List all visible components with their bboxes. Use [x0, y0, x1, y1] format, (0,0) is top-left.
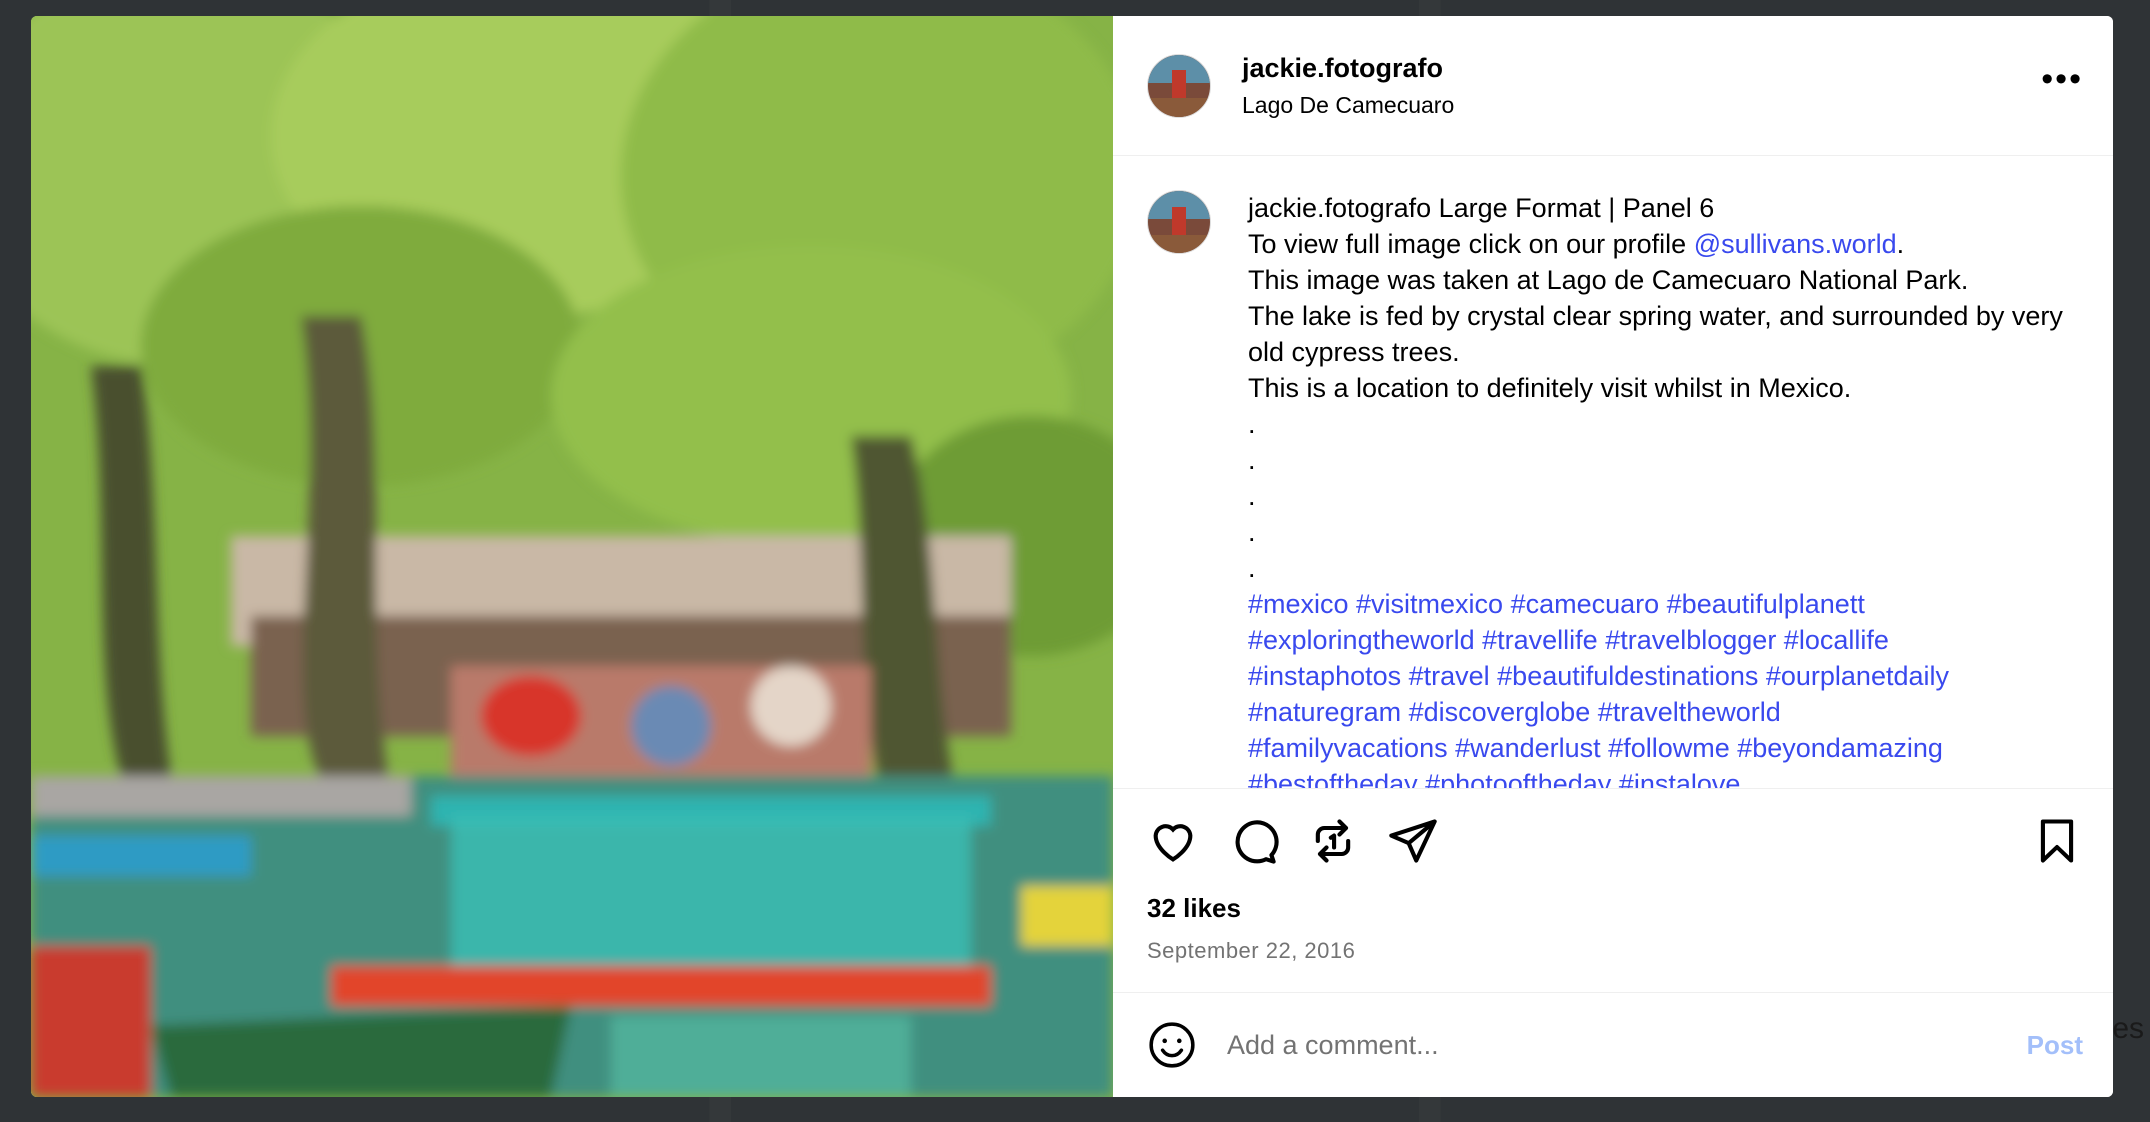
hashtag-line[interactable]: #instaphotos #travel #beautifuldestinati…	[1248, 658, 2078, 694]
caption-author[interactable]: jackie.fotografo	[1248, 193, 1431, 223]
caption-area[interactable]: jackie.fotografo Large Format | Panel 6 …	[1113, 156, 2113, 789]
hashtag-line[interactable]: #exploringtheworld #travellife #travelbl…	[1248, 622, 2078, 658]
profile-mention-link[interactable]: @sullivans.world	[1694, 229, 1897, 259]
more-icon[interactable]: •••	[2041, 62, 2083, 96]
comment-icon[interactable]	[1227, 815, 1279, 867]
caption-line-2-text: To view full image click on our profile	[1248, 229, 1694, 260]
action-bar	[1113, 789, 2113, 894]
hashtag-line[interactable]: #familyvacations #wanderlust #followme #…	[1248, 730, 2078, 766]
likes-count[interactable]: 32 likes	[1113, 893, 2113, 924]
post-date[interactable]: September 22, 2016	[1113, 938, 2113, 964]
caption-line-2-end: .	[1896, 229, 1905, 260]
caption-dot: .	[1248, 517, 1256, 548]
hashtag-line[interactable]: #mexico #visitmexico #camecuaro #beautif…	[1248, 586, 2078, 622]
post-comment-button[interactable]: Post	[2027, 1030, 2083, 1061]
comment-bar: Post	[1113, 992, 2113, 1097]
post-details-panel: jackie.fotografo Lago De Camecuaro ••• j…	[1113, 16, 2113, 1097]
post-header: jackie.fotografo Lago De Camecuaro •••	[1113, 16, 2113, 157]
caption-first-line: jackie.fotografo Large Format | Panel 6	[1248, 190, 2078, 226]
caption-line-5: This is a location to definitely visit w…	[1248, 373, 1852, 404]
post-modal: jackie.fotografo Lago De Camecuaro ••• j…	[31, 16, 2113, 1097]
caption-line-4: The lake is fed by crystal clear spring …	[1248, 301, 2063, 368]
caption-avatar[interactable]	[1147, 190, 1211, 255]
background-partial-text: es	[2112, 1012, 2144, 1045]
caption-line-3: This image was taken at Lago de Camecuar…	[1248, 265, 1969, 296]
bookmark-icon[interactable]	[2031, 815, 2083, 867]
hashtag-line[interactable]: #bestoftheday #photooftheday #instalove	[1248, 766, 2078, 787]
smile-icon[interactable]	[1147, 1020, 1197, 1070]
caption-text: jackie.fotografo Large Format | Panel 6 …	[1248, 190, 2078, 787]
hashtag-line[interactable]: #naturegram #discoverglobe #travelthewor…	[1248, 694, 2078, 730]
share-icon[interactable]	[1387, 815, 1439, 867]
comment-input[interactable]	[1227, 1029, 2027, 1061]
header-text: jackie.fotografo Lago De Camecuaro	[1242, 53, 2041, 119]
repost-icon[interactable]	[1307, 815, 1359, 867]
caption-dot: .	[1248, 409, 1256, 440]
caption-dot: .	[1248, 445, 1256, 476]
caption-line-1: Large Format | Panel 6	[1438, 193, 1715, 224]
caption-dot: .	[1248, 553, 1256, 584]
photo-illustration	[31, 16, 1113, 1097]
username[interactable]: jackie.fotografo	[1242, 53, 2041, 84]
post-photo[interactable]	[31, 16, 1113, 1097]
avatar[interactable]	[1147, 53, 1211, 118]
location-link[interactable]: Lago De Camecuaro	[1242, 92, 2041, 119]
caption-line-2: To view full image click on our profile …	[1248, 226, 2078, 262]
caption-dot: .	[1248, 481, 1256, 512]
heart-icon[interactable]	[1147, 815, 1199, 867]
